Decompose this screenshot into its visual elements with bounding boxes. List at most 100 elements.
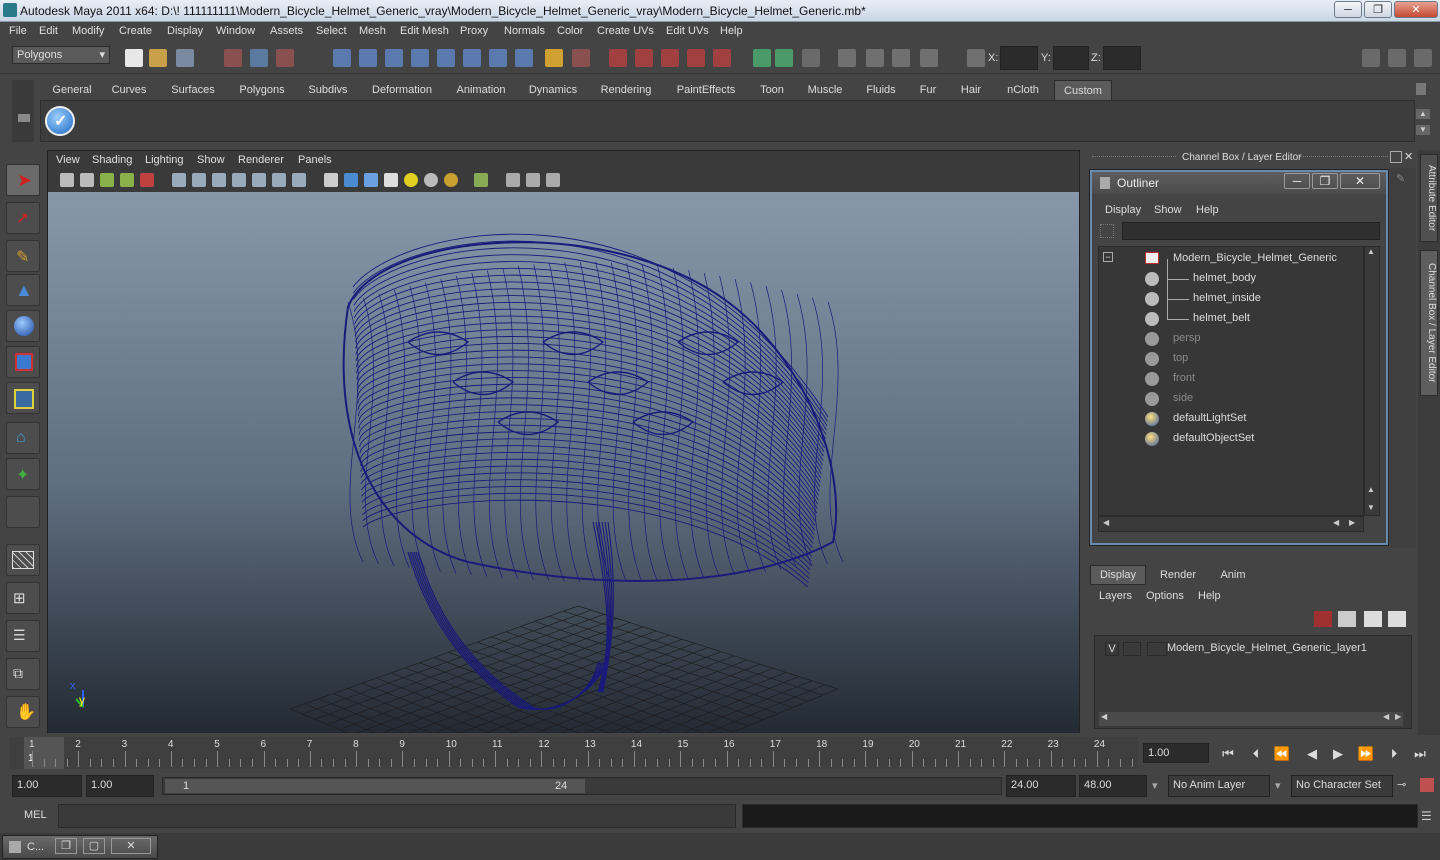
2d-pan-zoom-icon[interactable]	[140, 173, 154, 187]
scroll-down-icon[interactable]: ▼	[1367, 503, 1375, 512]
new-layer-icon[interactable]	[1364, 611, 1382, 627]
shelf-tab-hair[interactable]: Hair	[954, 80, 988, 100]
step-forward-key-icon[interactable]: ⏩	[1356, 746, 1376, 766]
shelf-tab-animation[interactable]: Animation	[450, 80, 512, 100]
menu-select[interactable]: Select	[316, 25, 347, 37]
layer-menu-help[interactable]: Help	[1198, 590, 1221, 602]
shelf-tab-surfaces[interactable]: Surfaces	[164, 80, 222, 100]
move-layer-up-icon[interactable]	[1314, 611, 1332, 627]
show-manipulator-icon[interactable]: ✦	[6, 458, 40, 490]
soft-modification-icon[interactable]: ⌂	[6, 422, 40, 454]
open-scene-icon[interactable]	[149, 49, 167, 67]
safe-action-icon[interactable]	[272, 173, 286, 187]
key-icon[interactable]: ⊸	[1397, 778, 1406, 791]
menu-create-uvs[interactable]: Create UVs	[597, 25, 654, 37]
z-field[interactable]	[1103, 46, 1141, 70]
hypershade-persp-layout-icon[interactable]: ✋	[6, 696, 40, 728]
layer-horizontal-scrollbar[interactable]: ◀ ◀ ▶	[1099, 712, 1403, 726]
grid-icon[interactable]	[172, 173, 186, 187]
outliner-menu-help[interactable]: Help	[1196, 204, 1219, 216]
outliner-maximize-button[interactable]: ❐	[1312, 173, 1338, 189]
menu-modify[interactable]: Modify	[72, 25, 104, 37]
scroll-left-icon[interactable]: ◀	[1101, 712, 1107, 721]
snap-view-plane-icon[interactable]	[411, 49, 429, 67]
step-back-frame-icon[interactable]: ⏴	[1246, 746, 1266, 766]
play-forwards-icon[interactable]: ▶	[1328, 746, 1348, 766]
move-tool-icon[interactable]: ▲	[6, 274, 40, 306]
universal-manipulator-icon[interactable]	[6, 382, 40, 414]
input-line-mode-icon[interactable]	[775, 49, 793, 67]
shelf-tab-general[interactable]: General	[44, 80, 100, 100]
select-object-icon[interactable]	[250, 49, 268, 67]
viewport-menu-show[interactable]: Show	[197, 154, 225, 166]
viewport-menu-renderer[interactable]: Renderer	[238, 154, 284, 166]
shelf-tab-muscle[interactable]: Muscle	[801, 80, 849, 100]
select-by-type-icon[interactable]	[572, 49, 590, 67]
shadows-icon[interactable]	[444, 173, 458, 187]
outliner-item-default-object-set[interactable]: defaultObjectSet	[1099, 429, 1359, 449]
menu-help[interactable]: Help	[720, 25, 743, 37]
isolate-select-icon[interactable]	[474, 173, 488, 187]
filter-icon[interactable]	[1100, 224, 1114, 238]
go-to-end-icon[interactable]: ⏭	[1410, 746, 1430, 766]
y-field[interactable]	[1053, 46, 1089, 70]
side-tab-channel-box[interactable]: Channel Box / Layer Editor	[1420, 250, 1438, 396]
xray-components-icon[interactable]	[546, 173, 560, 187]
transform-mode-icon[interactable]	[967, 49, 985, 67]
menu-assets[interactable]: Assets	[270, 25, 303, 37]
shelf-collapse-handle[interactable]	[12, 80, 34, 142]
bookmark-icon[interactable]	[100, 173, 114, 187]
menu-proxy[interactable]: Proxy	[460, 25, 488, 37]
menu-window[interactable]: Window	[216, 25, 255, 37]
scroll-left-icon[interactable]: ◀	[1103, 518, 1109, 527]
shelf-tab-curves[interactable]: Curves	[104, 80, 154, 100]
shelf-tab-polygons[interactable]: Polygons	[233, 80, 291, 100]
xray-joints-icon[interactable]	[526, 173, 540, 187]
shelf-tab-painteffects[interactable]: PaintEffects	[669, 80, 743, 100]
outliner-item-front[interactable]: front	[1099, 369, 1359, 389]
field-chart-icon[interactable]	[252, 173, 266, 187]
paint-select-tool-icon[interactable]: ✎	[6, 240, 40, 272]
channel-box-toggle-icon[interactable]	[1414, 49, 1432, 67]
save-scene-icon[interactable]	[176, 49, 194, 67]
menu-edit-uvs[interactable]: Edit UVs	[666, 25, 709, 37]
shelf-tab-ncloth[interactable]: nCloth	[999, 80, 1047, 100]
maximize-icon[interactable]: ▢	[83, 838, 105, 854]
wireframe-on-shaded-icon[interactable]	[364, 173, 378, 187]
all-lights-icon[interactable]	[424, 173, 438, 187]
select-hierarchy-icon[interactable]	[224, 49, 242, 67]
four-view-layout-icon[interactable]: ⊞	[6, 582, 40, 614]
step-back-key-icon[interactable]: ⏪	[1272, 746, 1292, 766]
layer-menu-options[interactable]: Options	[1146, 590, 1184, 602]
select-tool-icon[interactable]: ➤	[6, 164, 40, 196]
xray-icon[interactable]	[506, 173, 520, 187]
outliner-menu-display[interactable]: Display	[1105, 204, 1141, 216]
outliner-item-top[interactable]: top	[1099, 349, 1359, 369]
lasso-tool-icon[interactable]: ➚	[6, 202, 40, 234]
viewport-menu-shading[interactable]: Shading	[92, 154, 132, 166]
resolution-gate-icon[interactable]	[212, 173, 226, 187]
move-layer-down-icon[interactable]	[1338, 611, 1356, 627]
outliner-item-helmet-body[interactable]: helmet_body	[1099, 269, 1359, 289]
layer-tab-render[interactable]: Render	[1150, 565, 1206, 585]
outliner-item-side[interactable]: side	[1099, 389, 1359, 409]
outliner-minimize-button[interactable]: ─	[1284, 173, 1310, 189]
menuset-dropdown[interactable]: Polygons ▾	[12, 46, 110, 64]
outliner-item-helmet-belt[interactable]: helmet_belt	[1099, 309, 1359, 329]
default-lighting-icon[interactable]	[404, 173, 418, 187]
wireframe-icon[interactable]	[324, 173, 338, 187]
help-query-icon[interactable]	[515, 49, 533, 67]
render-view-icon[interactable]	[609, 49, 627, 67]
outliner-vertical-scrollbar[interactable]: ▲ ▲ ▼	[1364, 246, 1380, 516]
go-to-start-icon[interactable]: ⏮	[1218, 746, 1238, 766]
scale-tool-icon[interactable]	[6, 346, 40, 378]
command-input[interactable]	[58, 804, 736, 828]
snap-point-icon[interactable]	[385, 49, 403, 67]
snap-curve-icon[interactable]	[359, 49, 377, 67]
shelf-tab-dynamics[interactable]: Dynamics	[523, 80, 583, 100]
image-plane-icon[interactable]	[120, 173, 134, 187]
trash-icon[interactable]	[1416, 83, 1426, 95]
snap-grid-icon[interactable]	[333, 49, 351, 67]
render-settings-icon[interactable]	[687, 49, 705, 67]
scroll-right-icon[interactable]: ▶	[1349, 518, 1355, 527]
